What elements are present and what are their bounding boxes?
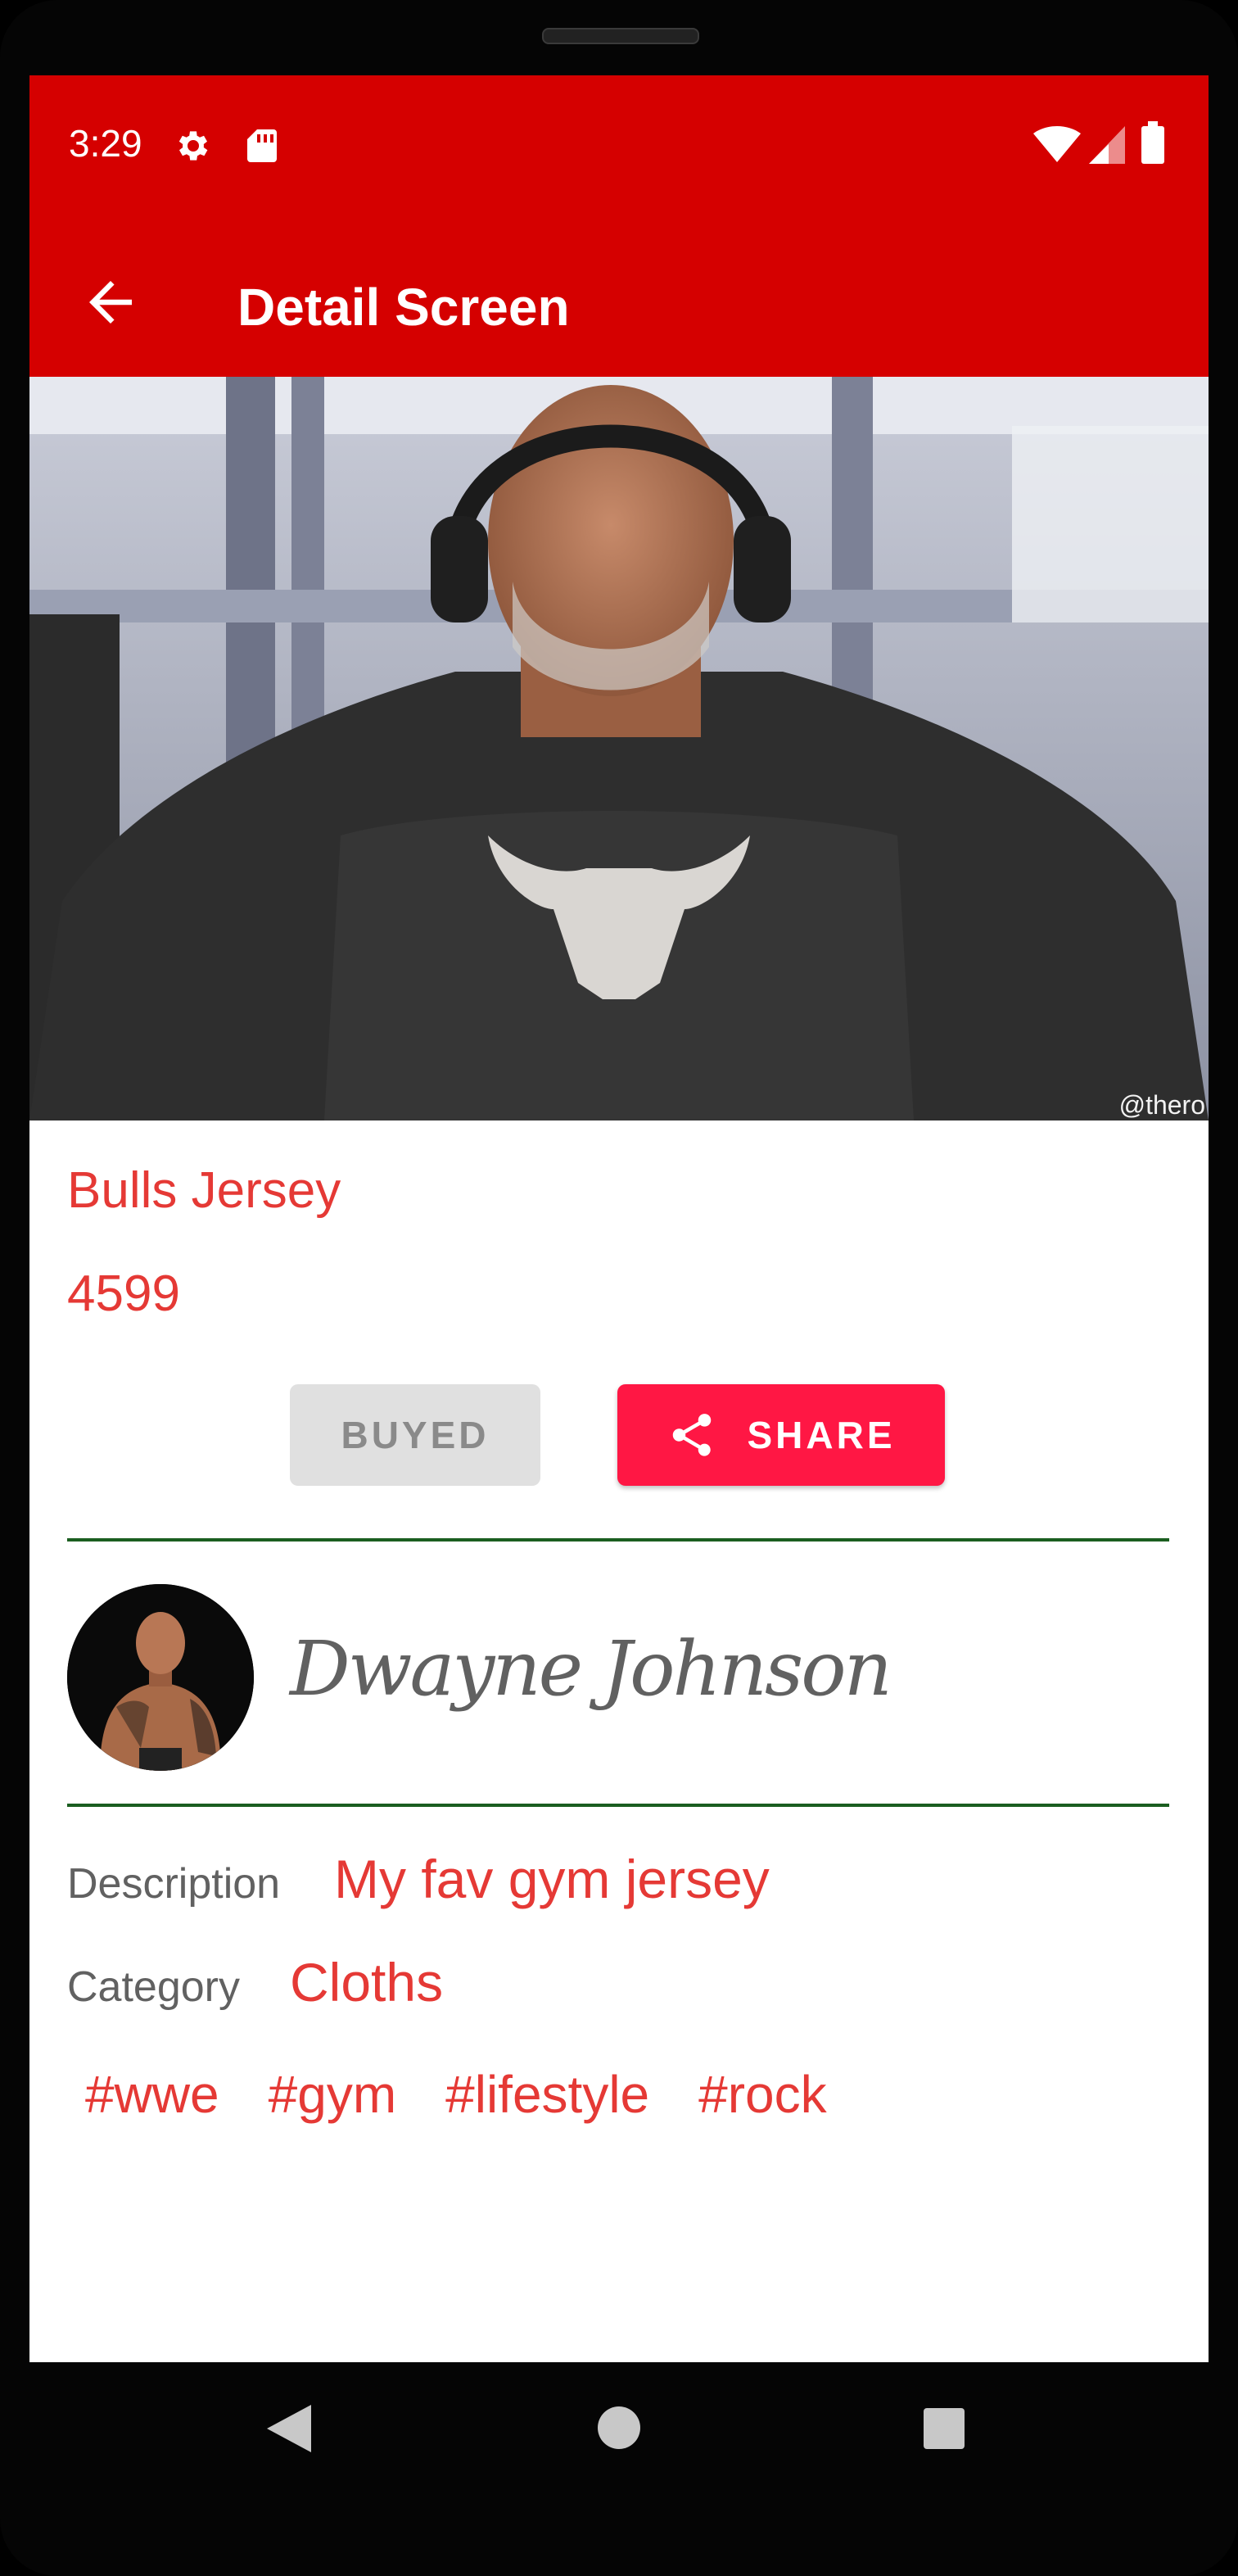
share-icon [673, 1414, 712, 1456]
product-image: @thero [29, 377, 1209, 1120]
signal-icon [1089, 126, 1125, 164]
page-title: Detail Screen [237, 278, 570, 337]
seller-name: Dwayne Johnson [290, 1625, 892, 1713]
tag-item[interactable]: #lifestyle [445, 2064, 649, 2125]
divider-bottom [67, 1804, 1169, 1807]
share-button[interactable]: SHARE [617, 1384, 945, 1486]
sd-card-icon [247, 129, 277, 162]
tag-list: #wwe #gym #lifestyle #rock [85, 2064, 876, 2125]
buyed-button[interactable]: BUYED [290, 1384, 540, 1486]
arrow-left-icon[interactable] [79, 270, 142, 334]
divider-top [67, 1538, 1169, 1542]
image-watermark: @thero [1118, 1090, 1205, 1120]
tag-item[interactable]: #rock [698, 2064, 827, 2125]
product-photo [29, 377, 1209, 1120]
recents-square-icon[interactable] [924, 2408, 965, 2449]
battery-icon [1141, 121, 1164, 164]
status-time: 3:29 [69, 122, 142, 165]
share-button-label: SHARE [747, 1414, 896, 1456]
speaker-grille [542, 28, 699, 44]
home-circle-icon[interactable] [598, 2406, 640, 2449]
status-bar: 3:29 [29, 75, 1209, 223]
tag-item[interactable]: #gym [269, 2064, 397, 2125]
product-title: Bulls Jersey [67, 1162, 341, 1219]
category-value: Cloths [290, 1952, 444, 2012]
avatar [67, 1584, 254, 1771]
description-value: My fav gym jersey [334, 1849, 770, 1909]
buyed-button-label: BUYED [341, 1414, 490, 1456]
category-label: Category [67, 1963, 240, 2011]
back-triangle-icon[interactable] [267, 2405, 311, 2452]
screen: 3:29 Detail Screen @thero Bulls Jersey 4… [29, 75, 1209, 2362]
app-bar: Detail Screen [29, 223, 1209, 377]
wifi-icon [1033, 126, 1081, 162]
tag-item[interactable]: #wwe [85, 2064, 219, 2125]
gear-icon [178, 131, 208, 161]
product-price: 4599 [67, 1265, 180, 1322]
device-frame: 3:29 Detail Screen @thero Bulls Jersey 4… [0, 0, 1238, 2576]
description-label: Description [67, 1860, 281, 1908]
nav-bar [0, 2362, 1238, 2575]
avatar-photo [67, 1584, 254, 1771]
